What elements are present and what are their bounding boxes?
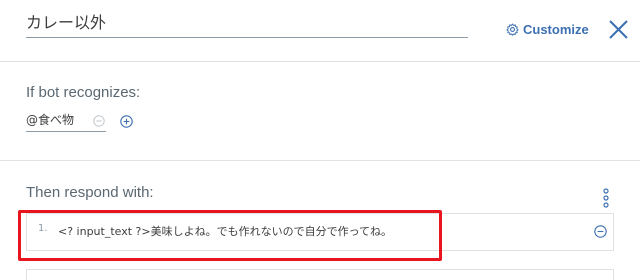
node-name-input[interactable]: カレー以外 <box>26 10 468 38</box>
respond-section: Then respond with: 1. <? input_text ?>美味… <box>0 162 640 280</box>
customize-label: Customize <box>523 21 589 37</box>
close-icon[interactable] <box>608 19 629 40</box>
gear-icon <box>506 22 519 36</box>
minus-circle-icon[interactable] <box>93 115 105 127</box>
respond-label: Then respond with: <box>26 184 154 201</box>
kebab-menu-icon[interactable] <box>602 188 610 208</box>
response-text[interactable]: <? input_text ?>美味しよね。でも作れないので自分で作ってね。 <box>58 223 392 239</box>
plus-circle-icon[interactable] <box>120 115 133 128</box>
recognize-section: If bot recognizes: @食べ物 <box>0 62 640 161</box>
recognize-label: If bot recognizes: <box>26 84 141 101</box>
response-number: 1. <box>38 223 48 234</box>
response-row[interactable]: 1. <? input_text ?>美味しよね。でも作れないので自分で作ってね… <box>26 213 614 251</box>
minus-circle-icon[interactable] <box>594 225 607 238</box>
customize-button[interactable]: Customize <box>506 20 589 38</box>
response-row-next[interactable] <box>26 269 614 280</box>
node-header: カレー以外 Customize <box>0 0 640 62</box>
